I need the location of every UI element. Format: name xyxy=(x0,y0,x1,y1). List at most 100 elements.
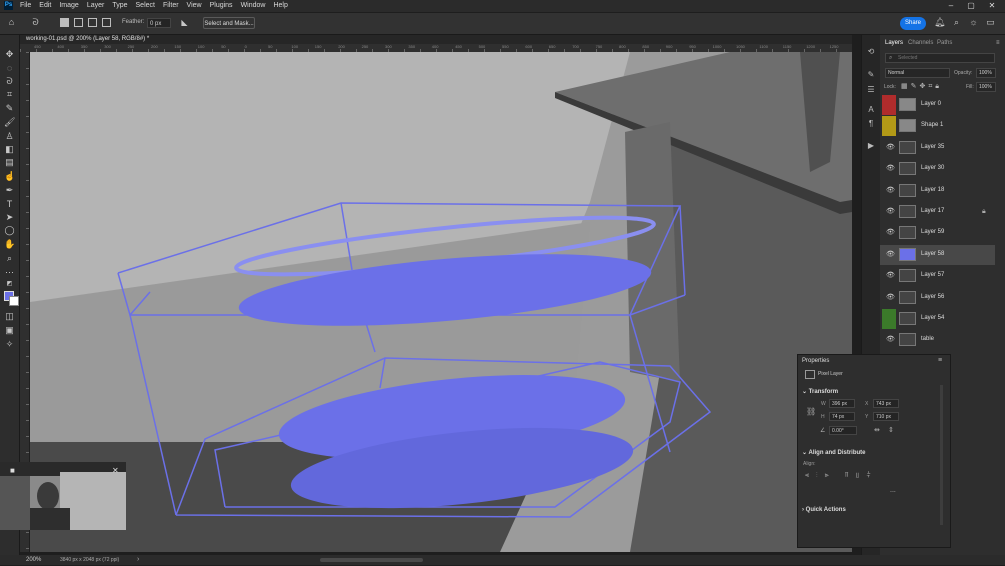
angle-input[interactable]: 0.00° xyxy=(829,426,857,435)
height-input[interactable]: 74 px xyxy=(829,412,855,421)
marquee-tool-icon[interactable]: ◌ xyxy=(4,63,15,74)
more-tools-icon[interactable]: ⋯ xyxy=(4,267,15,278)
document-tab[interactable]: working-01.psd @ 200% (Layer 58, RGB/8#)… xyxy=(20,35,852,44)
visibility-eye-icon[interactable] xyxy=(886,315,894,323)
gradient-tool-icon[interactable]: ▤ xyxy=(4,157,15,168)
layer-row[interactable]: 👁︎ Layer 56 xyxy=(880,288,995,308)
align-heading[interactable]: ⌄ Align and Distribute xyxy=(802,449,865,456)
maximize-button[interactable]: ▢ xyxy=(960,0,982,12)
layer-filter-input[interactable]: ⌕ Selected xyxy=(885,53,995,63)
home-icon[interactable]: ⌂ xyxy=(6,17,17,28)
lasso-tool-icon[interactable]: ᘐ xyxy=(4,76,15,87)
stamp-tool-icon[interactable]: ♙ xyxy=(4,131,15,142)
new-selection-icon[interactable] xyxy=(60,18,69,27)
type-tool-icon[interactable]: T xyxy=(4,199,15,210)
intersect-selection-icon[interactable] xyxy=(102,18,111,27)
generative-fill-icon[interactable]: ✧ xyxy=(4,339,15,350)
flip-horizontal-icon[interactable]: ⇹ xyxy=(874,426,880,434)
layer-row[interactable]: 👁︎ Layer 58 xyxy=(880,244,995,265)
select-and-mask-button[interactable]: Select and Mask... xyxy=(203,17,255,29)
minimize-button[interactable]: – xyxy=(940,0,962,12)
layer-row[interactable]: 👁︎ Layer 18 xyxy=(880,181,995,201)
feather-input[interactable]: 0 px xyxy=(147,18,171,28)
actions-icon[interactable]: ▶ xyxy=(866,141,876,151)
character-icon[interactable]: A xyxy=(866,105,876,115)
layer-row[interactable]: 👁︎ Layer 57 xyxy=(880,266,995,286)
y-input[interactable]: 710 px xyxy=(873,412,899,421)
anti-alias-icon[interactable]: ◣ xyxy=(179,17,190,28)
layer-row[interactable]: Layer 0 xyxy=(880,95,995,115)
menu-select[interactable]: Select xyxy=(132,0,159,12)
layer-row[interactable]: 👁︎ Layer 59 xyxy=(880,223,995,243)
path-selection-tool-icon[interactable]: ➤ xyxy=(4,212,15,223)
zoom-level[interactable]: 200% xyxy=(26,557,41,563)
visibility-eye-icon[interactable]: 👁︎ xyxy=(886,229,895,237)
document-canvas[interactable] xyxy=(30,52,852,552)
workspace-icon[interactable]: ▭ xyxy=(985,17,996,28)
brush-settings-icon[interactable]: ✎ xyxy=(866,70,876,80)
lasso-tool-preset-icon[interactable]: ᘐ xyxy=(30,17,41,28)
menu-plugins[interactable]: Plugins xyxy=(206,0,237,12)
visibility-eye-icon[interactable]: 👁︎ xyxy=(886,187,895,195)
x-input[interactable]: 743 px xyxy=(873,399,899,408)
crop-tool-icon[interactable]: ⌗ xyxy=(4,89,15,100)
history-icon[interactable]: ⟲ xyxy=(866,47,876,57)
visibility-eye-icon[interactable] xyxy=(886,122,894,130)
horizontal-scrollbar[interactable] xyxy=(320,558,423,562)
menu-view[interactable]: View xyxy=(183,0,206,12)
transform-heading[interactable]: ⌄ Transform xyxy=(802,388,838,395)
zoom-tool-icon[interactable]: ⌕ xyxy=(4,253,15,264)
visibility-eye-icon[interactable]: 👁︎ xyxy=(886,208,895,216)
tab-channels[interactable]: Channels xyxy=(908,40,933,46)
link-dimensions-icon[interactable]: ⛓ xyxy=(806,407,816,416)
fill-input[interactable]: 100% xyxy=(976,82,996,92)
adjustments-icon[interactable]: ☰ xyxy=(866,85,876,95)
subtract-from-selection-icon[interactable] xyxy=(88,18,97,27)
layer-row[interactable]: 👁︎ Layer 30 xyxy=(880,159,995,179)
background-color-swatch[interactable] xyxy=(9,296,19,306)
panel-menu-icon[interactable]: ≡ xyxy=(996,40,1000,46)
visibility-eye-icon[interactable]: 👁︎ xyxy=(886,144,895,152)
menu-filter[interactable]: Filter xyxy=(159,0,183,12)
tab-paths[interactable]: Paths xyxy=(937,40,952,46)
paragraph-icon[interactable]: ¶ xyxy=(866,119,876,129)
flip-vertical-icon[interactable]: ⇕ xyxy=(888,426,894,434)
search-icon[interactable]: ⌕ xyxy=(951,17,962,28)
close-window-button[interactable]: ✕ xyxy=(981,0,1003,12)
menu-layer[interactable]: Layer xyxy=(83,0,109,12)
visibility-eye-icon[interactable]: 👁︎ xyxy=(886,251,895,259)
more-options-button[interactable]: ... xyxy=(890,487,896,494)
brush-tool-icon[interactable]: 🖌︎ xyxy=(4,117,15,128)
menu-edit[interactable]: Edit xyxy=(35,0,55,12)
status-more-icon[interactable]: › xyxy=(137,556,139,563)
lock-options-icons[interactable]: ▦✎✥⌗🔒︎ xyxy=(901,82,942,91)
visibility-eye-icon[interactable]: 👁︎ xyxy=(886,165,895,173)
width-input[interactable]: 396 px xyxy=(829,399,855,408)
hand-tool-icon[interactable]: ✋ xyxy=(4,239,15,250)
shape-tool-icon[interactable]: ◯ xyxy=(4,225,15,236)
menu-help[interactable]: Help xyxy=(269,0,291,12)
eraser-tool-icon[interactable]: ◧ xyxy=(4,144,15,155)
share-button[interactable]: Share xyxy=(900,17,926,30)
visibility-eye-icon[interactable]: 👁︎ xyxy=(886,336,895,344)
bell-icon[interactable]: 🔔︎ xyxy=(934,17,945,28)
screen-mode-icon[interactable]: ▣ xyxy=(4,325,15,336)
move-tool-icon[interactable]: ✥ xyxy=(4,49,15,60)
properties-scrollbar[interactable] xyxy=(940,385,943,525)
layer-row[interactable]: Layer 54 xyxy=(880,309,995,329)
quick-mask-icon[interactable]: ◫ xyxy=(4,311,15,322)
quick-actions-heading[interactable]: › Quick Actions xyxy=(802,507,846,513)
eyedropper-tool-icon[interactable]: ✎ xyxy=(4,103,15,114)
pen-tool-icon[interactable]: ✒ xyxy=(4,185,15,196)
discover-icon[interactable]: ☼ xyxy=(968,17,979,28)
layer-row[interactable]: 👁︎ Layer 35 xyxy=(880,138,995,158)
add-to-selection-icon[interactable] xyxy=(74,18,83,27)
layer-row[interactable]: 👁︎ Layer 17 🔒︎ xyxy=(880,202,995,222)
align-buttons[interactable]: ⫷⫶⫸ ⫪⫫⫩ xyxy=(805,472,878,480)
menu-window[interactable]: Window xyxy=(237,0,270,12)
layer-row[interactable]: 👁︎ table xyxy=(880,330,995,350)
visibility-eye-icon[interactable]: 👁︎ xyxy=(886,272,895,280)
visibility-eye-icon[interactable] xyxy=(886,101,894,109)
smudge-tool-icon[interactable]: ☝ xyxy=(4,171,15,182)
menu-file[interactable]: File xyxy=(16,0,35,12)
